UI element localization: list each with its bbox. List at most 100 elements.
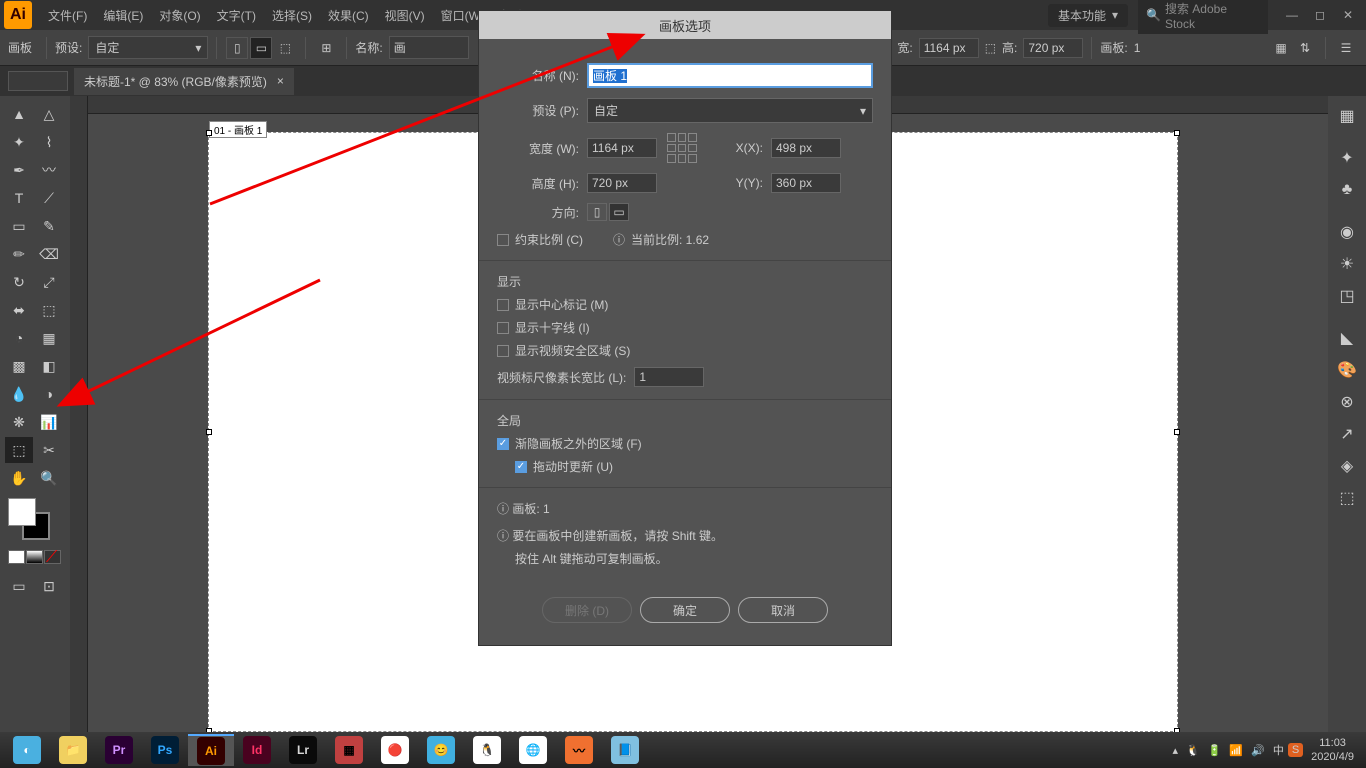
- taskbar-ps[interactable]: Ps: [142, 734, 188, 766]
- tray-wifi-icon[interactable]: 📶: [1225, 744, 1247, 757]
- paintbrush-tool[interactable]: ✎: [35, 213, 63, 239]
- show-cross-checkbox[interactable]: [497, 322, 509, 334]
- color-mode-gradient[interactable]: [26, 550, 43, 564]
- workspace-switcher[interactable]: 基本功能▾: [1048, 4, 1128, 27]
- tray-volume-icon[interactable]: 🔊: [1247, 744, 1269, 757]
- shaper-tool[interactable]: ✏: [5, 241, 33, 267]
- artboard-tool[interactable]: ⬚: [5, 437, 33, 463]
- scale-tool[interactable]: ⤢: [35, 269, 63, 295]
- tab-close-icon[interactable]: ×: [277, 74, 284, 88]
- type-tool[interactable]: T: [5, 185, 33, 211]
- maximize-button[interactable]: ◻: [1306, 5, 1334, 25]
- cancel-button[interactable]: 取消: [738, 597, 828, 623]
- taskbar-chrome[interactable]: 🌐: [510, 734, 556, 766]
- layers-panel-icon[interactable]: ◣: [1334, 325, 1360, 351]
- taskbar-id[interactable]: Id: [234, 734, 280, 766]
- close-button[interactable]: ✕: [1334, 5, 1362, 25]
- ok-button[interactable]: 确定: [640, 597, 730, 623]
- taskbar-qq[interactable]: 🐧: [464, 734, 510, 766]
- constrain-checkbox[interactable]: [497, 234, 509, 246]
- selection-tool[interactable]: ▲: [5, 101, 33, 127]
- curvature-tool[interactable]: 〰: [35, 157, 63, 183]
- taskbar-ai-active[interactable]: Ai: [188, 734, 234, 766]
- panel-dock-handle[interactable]: [8, 71, 68, 91]
- menu-select[interactable]: 选择(S): [264, 7, 320, 24]
- reference-point-grid[interactable]: [667, 133, 697, 163]
- name-input[interactable]: 画: [389, 36, 469, 59]
- orientation-portrait-btn[interactable]: ▯: [587, 203, 607, 221]
- swatches-panel-icon[interactable]: 🎨: [1334, 357, 1360, 383]
- minimize-button[interactable]: —: [1278, 5, 1306, 25]
- appearance-panel-icon[interactable]: ☀: [1334, 251, 1360, 277]
- brushes-panel-icon[interactable]: ⊗: [1334, 389, 1360, 415]
- resize-handle-r[interactable]: [1174, 429, 1180, 435]
- taskbar-browser[interactable]: ◐: [4, 734, 50, 766]
- eyedropper-tool[interactable]: 💧: [5, 381, 33, 407]
- tray-ime-icon[interactable]: 中: [1269, 742, 1288, 758]
- symbol-sprayer-tool[interactable]: ❋: [5, 409, 33, 435]
- gradient-tool[interactable]: ◧: [35, 353, 63, 379]
- graphic-styles-panel-icon[interactable]: ◳: [1334, 283, 1360, 309]
- artboard-options-icon[interactable]: ⊞: [315, 37, 337, 59]
- width-field[interactable]: 1164 px: [587, 138, 657, 158]
- eraser-tool[interactable]: ⌫: [35, 241, 63, 267]
- fade-outside-checkbox[interactable]: ✓: [497, 438, 509, 450]
- shape-builder-tool[interactable]: ◔: [5, 325, 33, 351]
- pixel-ratio-field[interactable]: 1: [634, 367, 704, 387]
- hand-tool[interactable]: ✋: [5, 465, 33, 491]
- slice-tool[interactable]: ✂: [35, 437, 63, 463]
- screen-mode-normal[interactable]: ▭: [5, 573, 33, 599]
- ruler-vertical[interactable]: [70, 96, 88, 732]
- magic-wand-tool[interactable]: ✦: [5, 129, 33, 155]
- menu-edit[interactable]: 编辑(E): [95, 7, 151, 24]
- resize-handle-tl[interactable]: [206, 130, 212, 136]
- preset-field[interactable]: 自定▾: [587, 98, 873, 123]
- menu-effect[interactable]: 效果(C): [320, 7, 377, 24]
- artboard-tool-icon[interactable]: ⬚: [274, 37, 296, 59]
- orientation-portrait[interactable]: ▯: [226, 37, 248, 59]
- color-swatch[interactable]: [8, 498, 50, 540]
- preset-select[interactable]: 自定▾: [88, 36, 208, 59]
- graph-tool[interactable]: 📊: [35, 409, 63, 435]
- resize-handle-tr[interactable]: [1174, 130, 1180, 136]
- width-input[interactable]: 1164 px: [919, 38, 979, 58]
- rectangle-tool[interactable]: ▭: [5, 213, 33, 239]
- tray-qq-icon[interactable]: 🐧: [1182, 744, 1204, 757]
- align-icon[interactable]: ▦: [1270, 37, 1292, 59]
- update-drag-checkbox[interactable]: ✓: [515, 461, 527, 473]
- taskbar-explorer[interactable]: 📁: [50, 734, 96, 766]
- color-panel-icon[interactable]: ♣: [1334, 177, 1360, 203]
- rotate-tool[interactable]: ↻: [5, 269, 33, 295]
- adobe-stock-search[interactable]: 🔍搜索 Adobe Stock: [1138, 0, 1268, 34]
- cc-panel-icon[interactable]: ◉: [1334, 219, 1360, 245]
- taskbar-pr[interactable]: Pr: [96, 734, 142, 766]
- blend-tool[interactable]: ◑: [35, 381, 63, 407]
- menu-view[interactable]: 视图(V): [377, 7, 433, 24]
- panel-menu-icon[interactable]: ☰: [1335, 37, 1357, 59]
- mesh-tool[interactable]: ▩: [5, 353, 33, 379]
- menu-object[interactable]: 对象(O): [151, 7, 208, 24]
- pen-tool[interactable]: ✒: [5, 157, 33, 183]
- tray-up-icon[interactable]: ▴: [1168, 744, 1182, 757]
- free-transform-tool[interactable]: ⬚: [35, 297, 63, 323]
- taskbar-app-8[interactable]: 😊: [418, 734, 464, 766]
- lasso-tool[interactable]: ⌇: [35, 129, 63, 155]
- document-tab[interactable]: 未标题-1* @ 83% (RGB/像素预览) ×: [74, 68, 294, 95]
- stroke-panel-icon[interactable]: ◈: [1334, 453, 1360, 479]
- x-field[interactable]: 498 px: [771, 138, 841, 158]
- link-icon[interactable]: ⬚: [985, 41, 996, 55]
- align-panel-icon[interactable]: ⬚: [1334, 485, 1360, 511]
- arrange-icon[interactable]: ⇅: [1294, 37, 1316, 59]
- fill-color[interactable]: [8, 498, 36, 526]
- zoom-tool[interactable]: 🔍: [35, 465, 63, 491]
- resize-handle-l[interactable]: [206, 429, 212, 435]
- taskbar-notes[interactable]: 📘: [602, 734, 648, 766]
- libraries-panel-icon[interactable]: ✦: [1334, 145, 1360, 171]
- tray-battery-icon[interactable]: 🔋: [1204, 744, 1226, 757]
- color-mode-solid[interactable]: [8, 550, 25, 564]
- height-input[interactable]: 720 px: [1023, 38, 1083, 58]
- width-tool[interactable]: ⬌: [5, 297, 33, 323]
- taskbar-app-6[interactable]: ▦: [326, 734, 372, 766]
- perspective-tool[interactable]: ▦: [35, 325, 63, 351]
- taskbar-clock[interactable]: 11:03 2020/4/9: [1303, 736, 1362, 764]
